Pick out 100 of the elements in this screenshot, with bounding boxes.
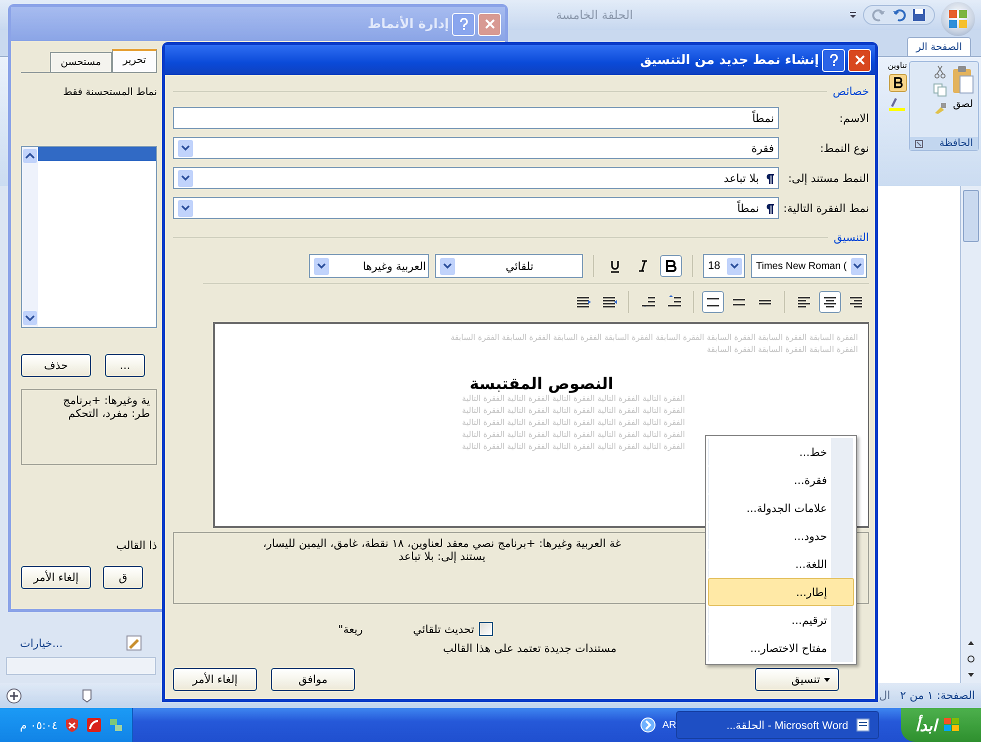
description-text: غة العربية وغيرها: +برنامج نصي معقد لعناوين، ١٨ نقطة، غامق، اليمين لليسار،	[263, 537, 621, 550]
dialog-title: إدارة الأنماط	[368, 16, 449, 32]
page-count-text: الصفحة: ١ من ٢	[900, 689, 975, 702]
field-label: الاسم:	[838, 112, 869, 124]
italic-icon	[637, 260, 649, 272]
language-indicator[interactable]: AR	[662, 720, 676, 730]
preview-text: الفقرة التالية الفقرة التالية الفقرة التالية الفقرة التالية الفقرة التالية	[461, 441, 685, 453]
arrow-circle-icon[interactable]	[640, 717, 656, 733]
checkbox-label: تحديث تلقائي	[413, 622, 474, 636]
preview-text: الفقرة التالية الفقرة التالية الفقرة التالية الفقرة التالية الفقرة التالية	[461, 417, 685, 429]
field-label: نمط الفقرة التالية:	[782, 202, 869, 214]
menu-item[interactable]: إطار...	[708, 578, 854, 606]
menu-item[interactable]: علامات الجدولة...	[708, 494, 854, 522]
office-logo-icon	[948, 9, 968, 29]
section-header: خصائص	[832, 85, 869, 98]
scissors-icon[interactable]	[933, 65, 947, 79]
align-center-icon	[822, 295, 838, 309]
save-icon[interactable]	[912, 8, 926, 22]
preview-text: الفقرة السابقة الفقرة السابقة الفقرة السابقة	[706, 344, 858, 356]
option-text: ريعة"	[338, 622, 363, 636]
horizontal-scrollbar[interactable]	[6, 657, 156, 675]
question-mark-icon	[830, 54, 838, 66]
field-label: النمط مستند إلى:	[787, 172, 869, 184]
pilcrow-icon	[765, 202, 774, 214]
underline-icon	[609, 260, 621, 272]
taskbar-button[interactable]: Microsoft Word - الحلقة...	[676, 711, 880, 739]
vertical-scrollbar[interactable]	[960, 186, 981, 683]
menu-item[interactable]: اللغة...	[708, 550, 854, 578]
chevron-down-icon	[852, 263, 862, 269]
undo-icon[interactable]	[892, 8, 906, 22]
document-icon	[856, 718, 870, 732]
bold-button[interactable]	[660, 255, 682, 277]
office-button[interactable]	[941, 2, 975, 36]
font-size-dropdown[interactable]: 18	[703, 254, 745, 278]
style-dropdown[interactable]: نمطاً	[173, 197, 779, 219]
preview-text: الفقرة السابقة الفقرة السابقة الفقرة السابقة الفقرة السابقة الفقرة السابقة الفقرة السابقة الفقرة السابقة الفقرة السابقة	[450, 332, 858, 344]
indent-arrow-icon	[575, 295, 591, 309]
close-button[interactable]	[848, 48, 871, 72]
chevron-down-icon	[730, 263, 739, 269]
menu-item[interactable]: فقرة...	[708, 466, 854, 494]
options-link[interactable]: خيارات...	[20, 636, 63, 650]
help-button[interactable]	[822, 48, 845, 72]
spacing-up-icon	[666, 295, 682, 309]
line-spacing-button[interactable]	[702, 291, 724, 313]
style-type-dropdown[interactable]: فقرة	[173, 137, 779, 159]
name-field[interactable]: نمطاً	[173, 107, 779, 129]
style-dropdown[interactable]: بلا تباعد	[173, 167, 779, 189]
cancel-button[interactable]: إلغاء الأمر	[173, 668, 257, 691]
paste-label[interactable]: لصق	[952, 99, 974, 110]
indent-arrow-icon	[601, 295, 617, 309]
template-text: ذا القالب	[115, 539, 157, 552]
font-dropdown[interactable]: Times New Roman (	[751, 254, 867, 278]
script-dropdown[interactable]: العربية وغيرها	[309, 254, 429, 278]
preview-text: الفقرة التالية الفقرة التالية الفقرة التالية الفقرة التالية الفقرة التالية	[461, 405, 685, 417]
status-text: ال	[879, 689, 890, 702]
menu-item[interactable]: ترقيم...	[708, 606, 854, 634]
navigation-icon[interactable]	[966, 639, 976, 679]
scrollbar-thumb[interactable]	[963, 190, 979, 242]
style-inspector-icon[interactable]	[126, 635, 142, 651]
scroll-up-icon[interactable]	[23, 149, 37, 163]
menu-item[interactable]: خط...	[708, 438, 854, 466]
preview-text: الفقرة التالية الفقرة التالية الفقرة التالية الفقرة التالية الفقرة التالية	[461, 429, 685, 441]
menu-item[interactable]: حدود...	[708, 522, 854, 550]
sample-text: النصوص المقتبسة	[470, 374, 614, 393]
option-text: مستندات جديدة تعتمد على هذا القالب	[443, 642, 616, 655]
color-dropdown[interactable]: تلقائي	[435, 254, 583, 278]
chevron-down-icon	[181, 145, 190, 151]
chevron-down-icon	[317, 263, 326, 269]
style-description: ية وغيرها: +برنامج طر: مفرد، التحكم	[21, 389, 157, 465]
filter-text: نماط المستحسنة فقط	[62, 87, 157, 98]
scroll-down-icon[interactable]	[23, 311, 37, 325]
dialog-title: إنشاء نمط جديد من التنسيق	[640, 52, 819, 68]
align-right-icon	[848, 295, 864, 309]
window-title: الحلقة الخامسة	[556, 8, 633, 22]
chevron-down-icon	[443, 263, 452, 269]
launcher-icon[interactable]	[915, 140, 923, 148]
zoom-in-icon[interactable]	[6, 688, 22, 704]
pilcrow-icon	[765, 172, 774, 184]
description-text: يستند إلى: بلا تباعد	[398, 550, 486, 563]
bold-icon	[665, 260, 677, 272]
paste-icon[interactable]	[951, 65, 975, 95]
chevron-down-icon	[181, 205, 190, 211]
chevron-down-icon	[181, 175, 190, 181]
ribbon-tab[interactable]: الصفحة الر	[907, 37, 971, 56]
auto-update-checkbox[interactable]	[479, 622, 494, 636]
zoom-slider-thumb-icon[interactable]	[82, 688, 92, 702]
highlight-icon[interactable]	[887, 96, 907, 112]
shield-icon[interactable]	[64, 717, 80, 733]
section-header: التنسيق	[834, 231, 869, 244]
close-icon	[484, 19, 494, 29]
bold-icon[interactable]	[889, 74, 907, 92]
preview-text: الفقرة التالية الفقرة التالية الفقرة التالية الفقرة التالية الفقرة التالية	[461, 393, 685, 405]
ok-button[interactable]: موافق	[271, 668, 355, 691]
align-button[interactable]	[819, 291, 841, 313]
question-mark-icon	[460, 18, 468, 30]
format-button[interactable]: تنسيق	[755, 668, 839, 691]
group-label: تناوين	[888, 61, 907, 70]
customize-arrow-icon[interactable]	[849, 11, 857, 19]
menu-item[interactable]: مفتاح الاختصار...	[708, 634, 854, 662]
group-label: الحافظة	[939, 138, 973, 149]
